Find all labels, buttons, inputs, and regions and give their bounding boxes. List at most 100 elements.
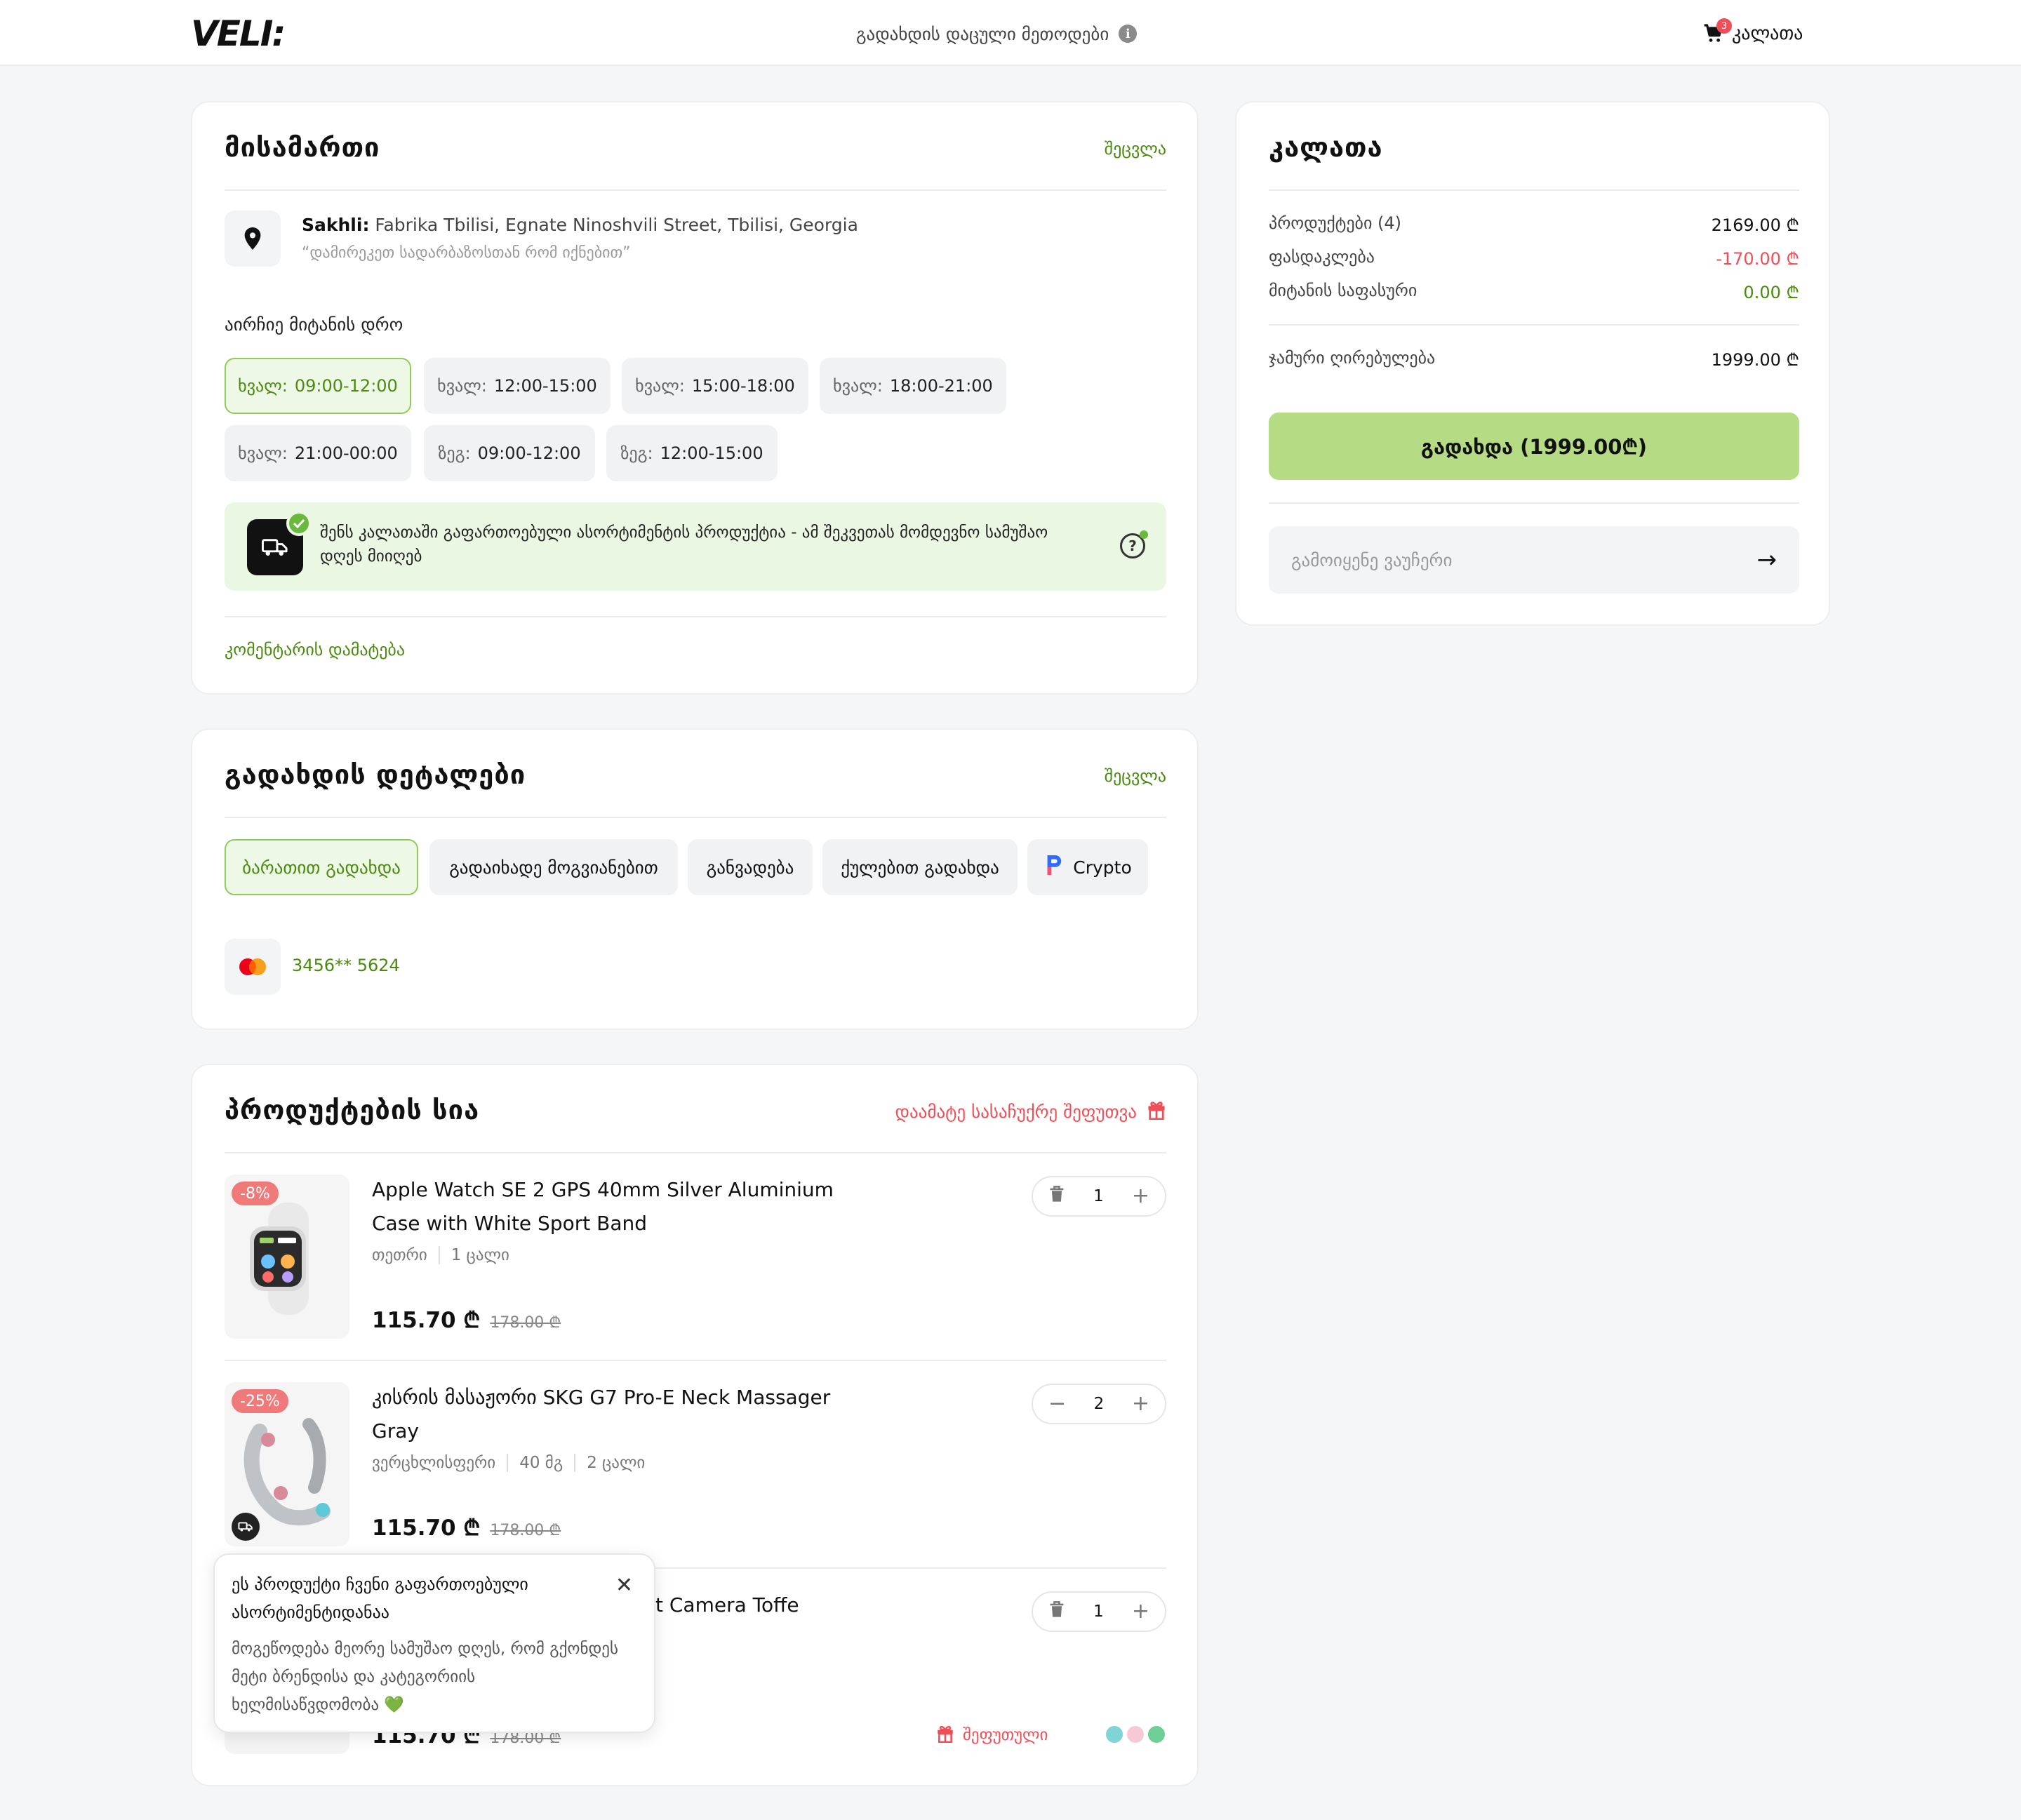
discount-badge: -8% [232,1182,279,1205]
cart-icon: 3 [1702,18,1732,45]
saved-card-number[interactable]: 3456** 5624 [292,956,400,975]
old-price: 178.00 ₾ [490,1522,561,1539]
plus-icon[interactable]: + [1132,1186,1149,1207]
divider [225,189,1166,191]
packed-text: შეფუთული [963,1726,1048,1744]
cart-label: კალათა [1732,23,1803,44]
cart-title: კალათა [1269,132,1383,163]
payment-change-link[interactable]: შეცვლა [1105,766,1166,786]
slot-day: ზეგ: [620,443,653,463]
info-icon[interactable]: i [1119,25,1138,43]
help-indicator-dot [1140,530,1148,539]
slot-day: ხვალ: [635,376,685,396]
current-price: 115.70 ₾ [372,1515,481,1541]
product-image[interactable]: -25% [225,1382,349,1546]
installment-tab[interactable]: განვადება [688,839,813,895]
quantity-stepper[interactable]: − 2 + [1032,1384,1166,1424]
brand-badges [1105,1725,1166,1744]
address-label: Sakhli: [302,215,370,235]
time-slot[interactable]: ხვალ: 18:00-21:00 [820,358,1006,414]
product-quantity-text: 2 ცალი [587,1454,646,1472]
slot-day: ხვალ: [437,376,487,396]
slot-time: 18:00-21:00 [889,376,993,396]
address-street: Fabrika Tbilisi, Egnate Ninoshvili Stree… [369,215,858,235]
gift-icon [936,1723,954,1747]
product-color: ვერცხლისფერი [372,1454,496,1472]
mastercard-icon [225,939,281,995]
old-price: 178.00 ₾ [490,1314,561,1332]
tooltip-title: ეს პროდუქტი ჩვენი გაფართოებული ასორტიმენ… [232,1574,528,1622]
pay-by-card-tab[interactable]: ბარათით გადახდა [225,839,418,895]
crypto-icon [1043,853,1063,881]
secure-methods-text: გადახდის დაცული მეთოდები [856,23,1109,44]
veli-logo[interactable]: VELI: [191,16,286,51]
separator [574,1454,576,1472]
brand-badge-icon [1126,1725,1145,1744]
slot-time: 12:00-15:00 [493,376,597,396]
product-meta: თეთრი 1 ცალი [372,1246,509,1264]
slot-time: 09:00-12:00 [294,376,398,396]
header-cart-button[interactable]: 3 კალათა [1702,18,1803,48]
summary-label: მიტანის საფასური [1269,281,1418,300]
plus-icon[interactable]: + [1132,1393,1149,1414]
voucher-placeholder: გამოიყენე ვაუჩერი [1291,549,1453,570]
trash-icon[interactable] [1048,1185,1065,1207]
address-change-link[interactable]: შეცვლა [1105,139,1166,159]
summary-total-row: ჯამური ღირებულება 1999.00 ₾ [1269,348,1799,371]
divider [1269,502,1799,504]
top-header: VELI: გადახდის დაცული მეთოდები i 3 კალათ… [0,0,2021,66]
summary-delivery-row: მიტანის საფასური 0.00 ₾ [1269,281,1799,304]
product-title[interactable]: კისრის მასაჟორი SKG G7 Pro-E Neck Massag… [372,1381,835,1448]
time-slot[interactable]: ხვალ: 09:00-12:00 [225,358,411,414]
secure-payments-info[interactable]: გადახდის დაცული მეთოდები i [856,21,1138,46]
pay-button[interactable]: გადახდა (1999.00₾) [1269,413,1799,480]
gift-packed-label[interactable]: შეფუთული [936,1723,1048,1747]
summary-label: ფასდაკლება [1269,247,1375,267]
payment-details-card: გადახდის დეტალები შეცვლა ბარათით გადახდა… [191,728,1199,1030]
time-slot[interactable]: ხვალ: 15:00-18:00 [622,358,808,414]
trash-icon[interactable] [1048,1600,1065,1623]
arrow-right-icon[interactable]: → [1757,546,1777,574]
payment-title: გადახდის დეტალები [225,759,526,790]
time-slot[interactable]: ხვალ: 12:00-15:00 [424,358,611,414]
check-icon [286,511,312,536]
slot-day: ზეგ: [438,443,471,463]
time-slot[interactable]: ზეგ: 12:00-15:00 [606,425,778,481]
slot-time: 21:00-00:00 [294,443,398,463]
product-color: თეთრი [372,1246,427,1264]
summary-value: 2169.00 ₾ [1711,215,1799,235]
total-value: 1999.00 ₾ [1711,350,1799,370]
time-slot[interactable]: ხვალ: 21:00-00:00 [225,425,411,481]
gift-link-label: დაამატე სასაჩუქრე შეფუთვა [895,1101,1137,1122]
plus-icon[interactable]: + [1132,1601,1149,1622]
products-title: პროდუქტების სია [225,1095,480,1125]
slot-time: 15:00-18:00 [691,376,795,396]
quantity-value: 1 [1093,1187,1104,1205]
product-title[interactable]: t Camera Toffe [655,1588,866,1622]
add-comment-link[interactable]: კომენტარის დამატება [225,640,405,660]
pay-with-points-tab[interactable]: ქულებით გადახდა [822,839,1018,895]
crypto-label: Crypto [1073,857,1132,878]
product-image[interactable]: -8% [225,1175,349,1339]
cart-summary-card: კალათა პროდუქტები (4) 2169.00 ₾ ფასდაკლე… [1235,101,1830,626]
add-gift-wrap-link[interactable]: დაამატე სასაჩუქრე შეფუთვა [895,1099,1166,1124]
slot-time: 12:00-15:00 [660,443,763,463]
quantity-value: 2 [1093,1395,1105,1413]
summary-label: პროდუქტები (4) [1269,213,1401,233]
minus-icon[interactable]: − [1048,1393,1066,1414]
separator [438,1246,440,1264]
extended-assortment-notice: შენს კალათაში გაფართოებული ასორტიმენტის … [225,502,1166,591]
voucher-input[interactable]: გამოიყენე ვაუჩერი → [1269,526,1799,594]
close-icon[interactable]: ✕ [615,1573,633,1598]
quantity-stepper[interactable]: 1 + [1032,1591,1166,1632]
pay-later-tab[interactable]: გადაიხადე მოგვიანებით [429,839,678,895]
truck-icon[interactable] [232,1513,260,1541]
quantity-stepper[interactable]: 1 + [1032,1176,1166,1217]
crypto-tab[interactable]: Crypto [1027,839,1148,895]
brand-badge-icon [1147,1725,1166,1744]
product-weight: 40 მგ [519,1454,563,1472]
time-slot[interactable]: ზეგ: 09:00-12:00 [424,425,595,481]
total-label: ჯამური ღირებულება [1269,348,1436,368]
product-title[interactable]: Apple Watch SE 2 GPS 40mm Silver Alumini… [372,1173,835,1240]
slot-day: ხვალ: [238,376,288,396]
